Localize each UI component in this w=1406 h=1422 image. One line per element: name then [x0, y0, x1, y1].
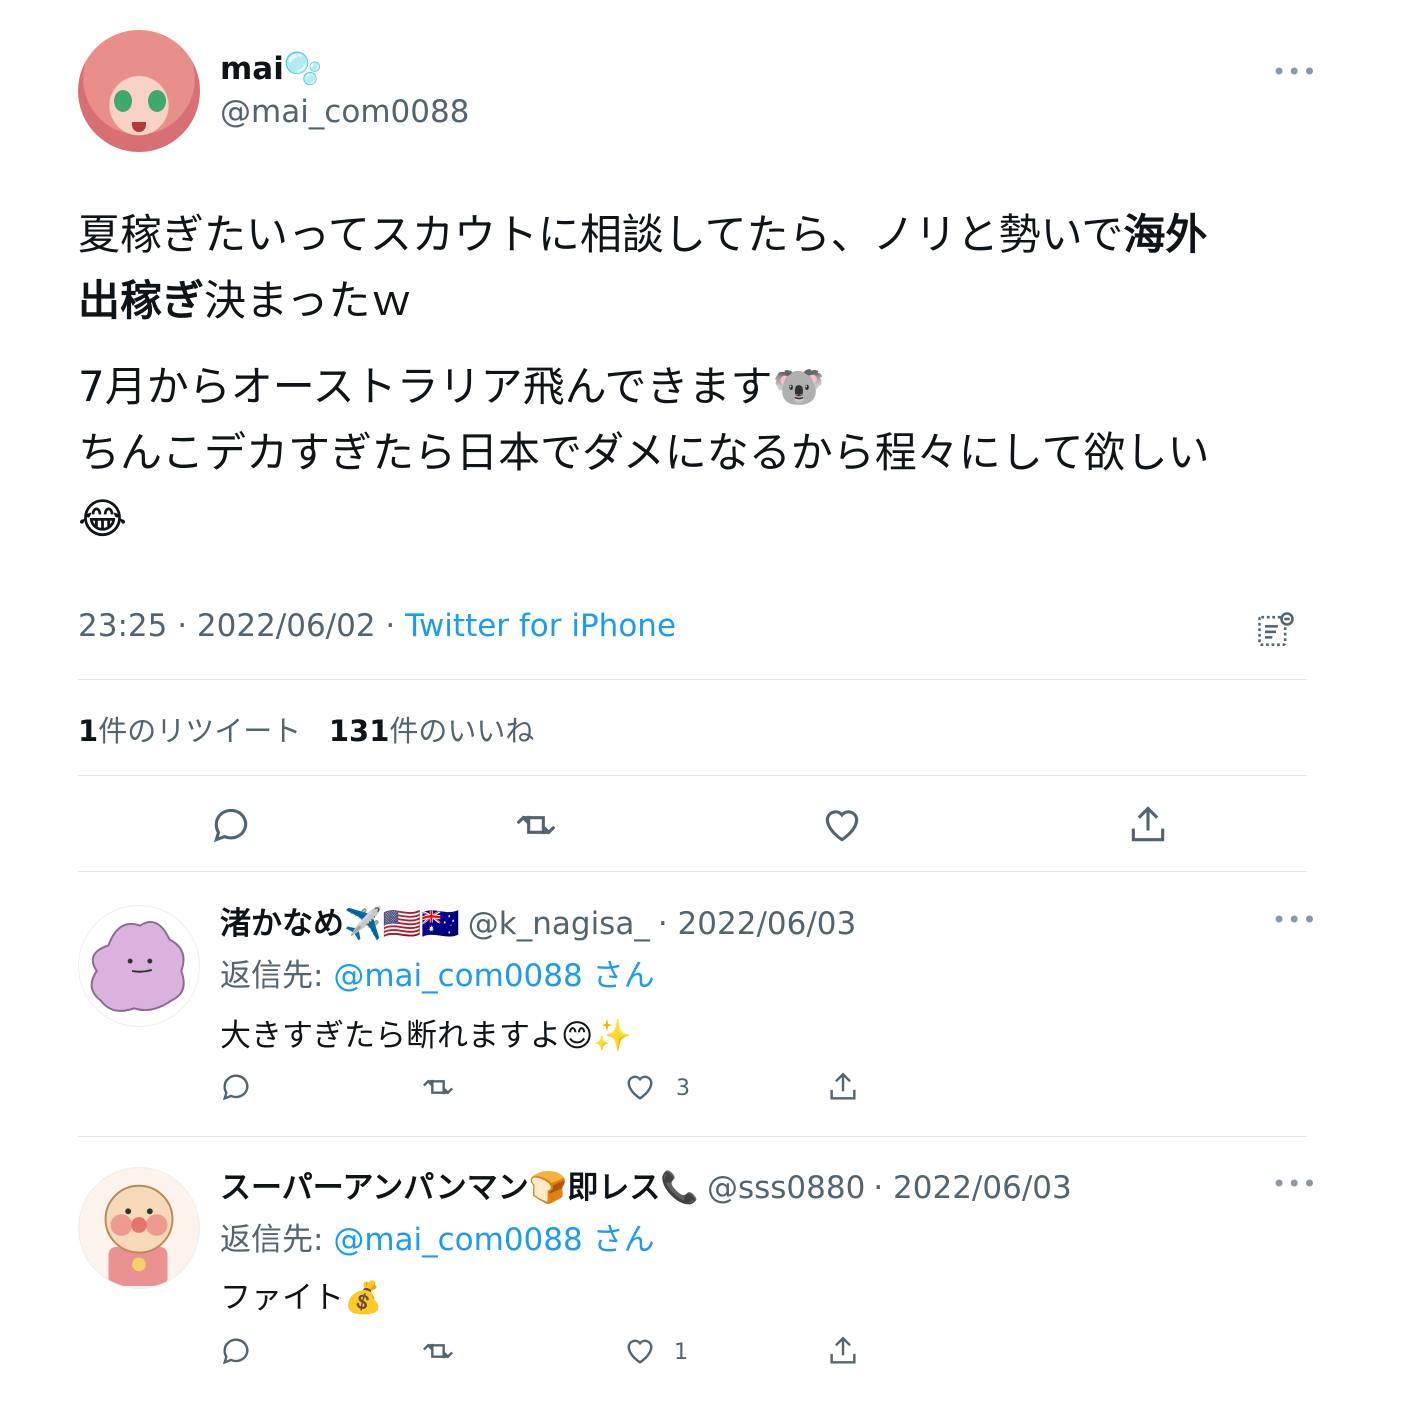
tweet-stats: 1件のリツイート 131件のいいね: [78, 708, 534, 750]
reply-author-handle[interactable]: @sss0880: [707, 1170, 865, 1206]
tweet-text-segment: 決まったｗ: [204, 276, 413, 325]
like-count: 3: [676, 1076, 690, 1101]
share-icon[interactable]: [826, 1334, 860, 1368]
like-icon[interactable]: [623, 1070, 657, 1104]
reply-author-name[interactable]: スーパーアンパンマン🍞即レス📞: [220, 1162, 699, 1207]
tweet-text-line: 7月からオーストラリア飛んできます🐨: [78, 362, 825, 411]
reply-author-name[interactable]: 渚かなめ✈️🇺🇸🇦🇺: [220, 898, 460, 943]
divider: [78, 679, 1307, 680]
more-icon[interactable]: •••: [1272, 1170, 1317, 1198]
like-count: 1: [674, 1340, 688, 1365]
reply-date[interactable]: · 2022/06/03: [873, 1170, 1071, 1206]
divider: [78, 871, 1307, 872]
like-icon[interactable]: [820, 803, 864, 847]
like-icon[interactable]: [623, 1334, 657, 1368]
tweet-source-link[interactable]: Twitter for iPhone: [405, 608, 676, 644]
reply-avatar[interactable]: [78, 1167, 200, 1289]
tweet-text-bold: 出稼ぎ: [78, 276, 205, 325]
tweet-text-bold: 海外: [1123, 210, 1208, 259]
divider: [78, 775, 1307, 776]
mention-link[interactable]: @mai_com0088: [333, 958, 582, 994]
share-icon[interactable]: [826, 1070, 860, 1104]
tweet-text-para2: 7月からオーストラリア飛んできます🐨 ちんこデカすぎたら日本でダメになるから程々…: [78, 354, 1308, 552]
tweet-text-segment: 夏稼ぎたいってスカウトに相談してたら、ノリと勢いで: [78, 210, 1124, 259]
retweet-icon[interactable]: [514, 803, 558, 847]
author-handle[interactable]: @mai_com0088: [220, 94, 469, 130]
author-name[interactable]: mai🫧: [220, 50, 322, 87]
reply-to: 返信先: @mai_com0088 さん: [220, 1222, 655, 1258]
like-stat[interactable]: 131件のいいね: [329, 714, 535, 748]
more-icon[interactable]: •••: [1272, 58, 1317, 86]
reply-icon[interactable]: [219, 1334, 253, 1368]
retweet-icon[interactable]: [421, 1070, 455, 1104]
retweet-stat[interactable]: 1件のリツイート: [78, 714, 301, 748]
reply-header: スーパーアンパンマン🍞即レス📞 @sss0880 · 2022/06/03: [220, 1162, 1072, 1207]
author-avatar[interactable]: [78, 30, 200, 152]
tweet-timestamp[interactable]: 23:25 · 2022/06/02 ·: [78, 608, 405, 644]
retweet-icon[interactable]: [421, 1334, 455, 1368]
reply-text: ファイト💰: [220, 1280, 383, 1316]
reply-header: 渚かなめ✈️🇺🇸🇦🇺 @k_nagisa_ · 2022/06/03: [220, 898, 856, 943]
reply-author-handle[interactable]: @k_nagisa_: [468, 906, 650, 942]
tweet-meta: 23:25 · 2022/06/02 · Twitter for iPhone: [78, 608, 676, 644]
reply-icon[interactable]: [209, 803, 253, 847]
tweet-text-line: ちんこデカすぎたら日本でダメになるから程々にして欲しい: [78, 428, 1210, 477]
more-icon[interactable]: •••: [1272, 906, 1317, 934]
reply-icon[interactable]: [219, 1070, 253, 1104]
share-icon[interactable]: [1126, 803, 1170, 847]
tweet-text-para1: 夏稼ぎたいってスカウトに相談してたら、ノリと勢いで海外 出稼ぎ決まったｗ: [78, 202, 1308, 334]
mention-link[interactable]: @mai_com0088: [333, 1222, 582, 1258]
reply-to: 返信先: @mai_com0088 さん: [220, 958, 655, 994]
reply-text: 大きすぎたら断れますよ😊✨: [220, 1018, 632, 1054]
divider: [78, 1136, 1307, 1137]
analytics-icon[interactable]: [1254, 608, 1298, 652]
reply-date[interactable]: · 2022/06/03: [658, 906, 856, 942]
reply-avatar[interactable]: [78, 905, 200, 1027]
tweet-text-line: 😂: [78, 494, 128, 543]
